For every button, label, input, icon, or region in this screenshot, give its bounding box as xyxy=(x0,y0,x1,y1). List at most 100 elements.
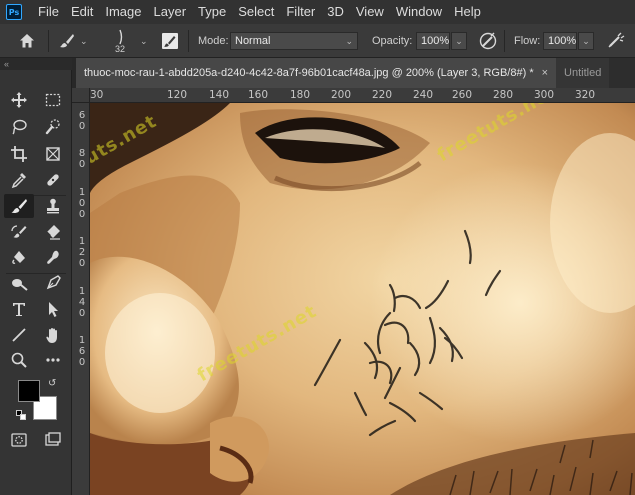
ruler-corner[interactable] xyxy=(72,88,90,103)
path-select-tool[interactable] xyxy=(38,297,68,321)
brush-settings-button[interactable] xyxy=(160,24,180,58)
pressure-opacity-icon xyxy=(479,32,497,50)
move-tool[interactable] xyxy=(4,88,34,112)
flow-field[interactable]: 100% xyxy=(543,24,577,58)
document-tab-untitled[interactable]: Untitled xyxy=(556,58,610,88)
eraser-tool[interactable] xyxy=(38,220,68,244)
crop-tool[interactable] xyxy=(4,142,34,166)
home-icon xyxy=(20,34,34,48)
blur-icon xyxy=(47,250,59,264)
brush-tool[interactable] xyxy=(4,194,34,218)
document-tab-title: thuoc-moc-rau-1-abdd205a-d240-4c42-8a7f-… xyxy=(84,67,534,79)
path-select-icon xyxy=(49,302,58,317)
gradient-icon xyxy=(12,251,25,264)
brush-icon xyxy=(60,34,74,48)
close-icon[interactable]: × xyxy=(542,67,548,79)
ruler-label: 120 xyxy=(167,89,188,101)
screen-mode-button[interactable] xyxy=(38,428,68,452)
ruler-label: 240 xyxy=(413,89,434,101)
brush-size-picker[interactable]: 32 xyxy=(114,24,126,58)
flow-value: 100% xyxy=(548,35,577,47)
type-icon xyxy=(13,303,25,316)
quick-mask-icon xyxy=(11,433,27,447)
mode-label: Mode: xyxy=(198,35,229,47)
gradient-tool[interactable] xyxy=(4,246,34,270)
photo-face-closeup xyxy=(90,103,635,495)
brush-tip-icon xyxy=(119,29,123,44)
menu-window[interactable]: Window xyxy=(390,0,448,24)
healing-icon xyxy=(47,174,59,186)
menu-select[interactable]: Select xyxy=(232,0,280,24)
quick-select-icon xyxy=(45,119,60,135)
move-icon xyxy=(11,92,27,108)
ruler-label: 320 xyxy=(575,89,596,101)
tool-preset-picker[interactable]: ⌄ xyxy=(58,24,88,58)
ruler-label: 0 xyxy=(78,209,86,220)
hand-tool[interactable] xyxy=(38,323,68,347)
menu-bar: Ps File Edit Image Layer Type Select Fil… xyxy=(0,0,635,24)
dodge-tool[interactable] xyxy=(4,271,34,295)
line-icon xyxy=(12,328,26,342)
flow-label: Flow: xyxy=(514,35,541,47)
airbrush-button[interactable] xyxy=(606,24,626,58)
marquee-tool[interactable] xyxy=(38,88,68,112)
ruler-label: 8 xyxy=(78,148,86,159)
brush-panel-icon xyxy=(162,33,178,49)
opacity-field[interactable]: 100% xyxy=(416,24,450,58)
options-bar: ⌄ 32 ⌄ Mode: Normal ⌄ Opacity: 100% ⌄ Fl… xyxy=(0,24,635,58)
menu-image[interactable]: Image xyxy=(99,0,147,24)
document-canvas[interactable]: freetuts.net freetuts.net freetuts.net xyxy=(90,103,635,495)
ruler-label: 1 xyxy=(78,187,86,198)
opacity-value: 100% xyxy=(421,35,450,47)
menu-edit[interactable]: Edit xyxy=(65,0,99,24)
ruler-label: 0 xyxy=(78,357,86,368)
menu-3d[interactable]: 3D xyxy=(321,0,350,24)
menu-file[interactable]: File xyxy=(32,0,65,24)
healing-tool[interactable] xyxy=(38,168,68,192)
type-tool[interactable] xyxy=(4,297,34,321)
hand-icon xyxy=(46,328,57,343)
ruler-label: 200 xyxy=(331,89,352,101)
toolbox-collapse-button[interactable]: « xyxy=(0,58,72,70)
blur-tool[interactable] xyxy=(38,246,68,270)
pressure-opacity-button[interactable] xyxy=(478,24,498,58)
vertical-ruler[interactable]: 6 0 8 0 1 0 0 1 2 0 1 4 0 1 6 0 xyxy=(72,88,90,495)
menu-type[interactable]: Type xyxy=(192,0,232,24)
quick-select-tool[interactable] xyxy=(38,115,68,139)
home-button[interactable] xyxy=(18,24,36,58)
screen-mode-icon xyxy=(45,432,61,446)
chevron-down-icon: ⌄ xyxy=(140,35,148,46)
swap-colors-icon[interactable]: ↺ xyxy=(48,378,56,389)
eraser-icon xyxy=(46,225,60,240)
menu-filter[interactable]: Filter xyxy=(280,0,321,24)
flow-slider-toggle[interactable]: ⌄ xyxy=(578,24,594,58)
eyedropper-tool[interactable] xyxy=(4,168,34,192)
history-brush-tool[interactable] xyxy=(4,220,34,244)
default-colors-icon[interactable] xyxy=(16,410,28,422)
menu-view[interactable]: View xyxy=(350,0,390,24)
brush-size-dropdown[interactable]: ⌄ xyxy=(140,24,148,58)
ruler-label: 260 xyxy=(452,89,473,101)
toolbox: ↺ xyxy=(0,70,72,495)
ruler-label: 2 xyxy=(78,247,86,258)
document-tab-active[interactable]: thuoc-moc-rau-1-abdd205a-d240-4c42-8a7f-… xyxy=(76,58,557,88)
photoshop-logo[interactable]: Ps xyxy=(6,4,22,20)
marquee-icon xyxy=(45,93,61,107)
quick-mask-button[interactable] xyxy=(4,428,34,452)
horizontal-ruler[interactable]: 30 120 140 160 180 200 220 240 260 280 3… xyxy=(90,88,635,103)
ruler-label: 160 xyxy=(248,89,269,101)
lasso-tool[interactable] xyxy=(4,115,34,139)
mode-select[interactable]: Normal ⌄ xyxy=(230,24,358,58)
edit-toolbar-button[interactable] xyxy=(38,348,68,372)
opacity-slider-toggle[interactable]: ⌄ xyxy=(451,24,467,58)
menu-layer[interactable]: Layer xyxy=(148,0,193,24)
frame-tool[interactable] xyxy=(38,142,68,166)
brush-size-value: 32 xyxy=(114,43,125,54)
foreground-color-swatch[interactable] xyxy=(18,380,40,402)
menu-help[interactable]: Help xyxy=(448,0,487,24)
pen-tool[interactable] xyxy=(38,271,68,295)
dodge-icon xyxy=(12,279,28,291)
line-tool[interactable] xyxy=(4,323,34,347)
zoom-tool[interactable] xyxy=(4,348,34,372)
stamp-tool[interactable] xyxy=(38,194,68,218)
